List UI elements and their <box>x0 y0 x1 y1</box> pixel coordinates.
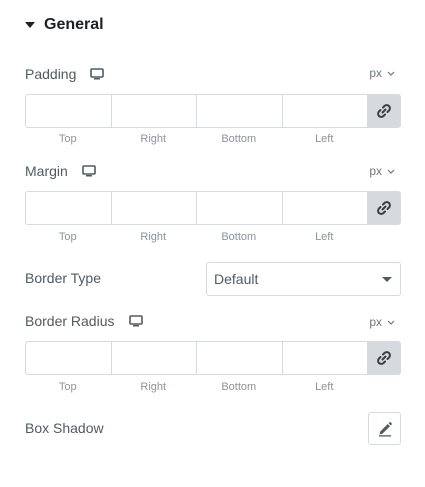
border-radius-bottom-input[interactable] <box>196 341 282 375</box>
padding-right-label: Right <box>140 133 167 145</box>
margin-dimension-labels: Top Right Bottom Left <box>25 231 367 243</box>
border-type-selected-value: Default <box>214 271 259 287</box>
section-title: General <box>44 16 104 33</box>
border-radius-top-label: Top <box>58 381 77 393</box>
padding-unit-label: px <box>369 66 382 80</box>
box-shadow-edit-button[interactable] <box>368 412 401 445</box>
caret-down-icon <box>25 22 35 28</box>
link-icon <box>377 351 391 365</box>
border-radius-right-input[interactable] <box>110 341 196 375</box>
section-header-general[interactable]: General <box>25 13 104 37</box>
margin-dimensions <box>25 191 401 225</box>
desktop-icon[interactable] <box>128 315 143 327</box>
border-radius-right-label: Right <box>140 381 167 393</box>
padding-label: Padding <box>25 66 77 82</box>
chevron-down-icon <box>387 71 395 76</box>
padding-dimensions <box>25 94 401 128</box>
margin-top-input[interactable] <box>25 191 111 225</box>
pencil-icon <box>378 421 392 436</box>
margin-right-label: Right <box>140 231 167 243</box>
margin-control-label: Margin <box>25 161 96 181</box>
padding-link-button[interactable] <box>367 94 401 128</box>
link-icon <box>377 201 391 215</box>
margin-bottom-label: Bottom <box>221 231 257 243</box>
padding-left-input[interactable] <box>281 94 367 128</box>
padding-right-input[interactable] <box>110 94 196 128</box>
desktop-icon[interactable] <box>90 68 105 80</box>
padding-control-label: Padding <box>25 64 105 84</box>
caret-down-icon <box>382 276 392 282</box>
margin-bottom-input[interactable] <box>196 191 282 225</box>
margin-left-label: Left <box>315 231 334 243</box>
border-radius-left-input[interactable] <box>281 341 367 375</box>
border-type-select[interactable]: Default <box>206 262 401 296</box>
border-radius-control-label: Border Radius <box>25 311 143 331</box>
padding-top-input[interactable] <box>25 94 111 128</box>
link-icon <box>377 104 391 118</box>
chevron-down-icon <box>387 169 395 174</box>
border-radius-dimensions <box>25 341 401 375</box>
chevron-down-icon <box>387 320 395 325</box>
box-shadow-label: Box Shadow <box>25 420 104 436</box>
margin-unit-selector[interactable]: px <box>369 164 395 178</box>
padding-bottom-label: Bottom <box>221 133 257 145</box>
margin-unit-label: px <box>369 164 382 178</box>
padding-unit-selector[interactable]: px <box>369 66 395 80</box>
box-shadow-control-label: Box Shadow <box>25 418 104 438</box>
margin-top-label: Top <box>58 231 77 243</box>
border-radius-top-input[interactable] <box>25 341 111 375</box>
border-type-label: Border Type <box>25 270 102 286</box>
padding-dimension-labels: Top Right Bottom Left <box>25 133 367 145</box>
margin-link-button[interactable] <box>367 191 401 225</box>
border-radius-link-button[interactable] <box>367 341 401 375</box>
margin-label: Margin <box>25 163 68 179</box>
border-radius-dimension-labels: Top Right Bottom Left <box>25 381 367 393</box>
border-radius-label: Border Radius <box>25 313 115 329</box>
border-radius-unit-selector[interactable]: px <box>369 315 395 329</box>
border-radius-unit-label: px <box>369 315 382 329</box>
padding-top-label: Top <box>58 133 77 145</box>
desktop-icon[interactable] <box>81 165 96 177</box>
padding-bottom-input[interactable] <box>196 94 282 128</box>
border-type-control-label: Border Type <box>25 268 101 288</box>
margin-right-input[interactable] <box>110 191 196 225</box>
margin-left-input[interactable] <box>281 191 367 225</box>
border-radius-left-label: Left <box>315 381 334 393</box>
border-radius-bottom-label: Bottom <box>221 381 257 393</box>
padding-left-label: Left <box>315 133 334 145</box>
